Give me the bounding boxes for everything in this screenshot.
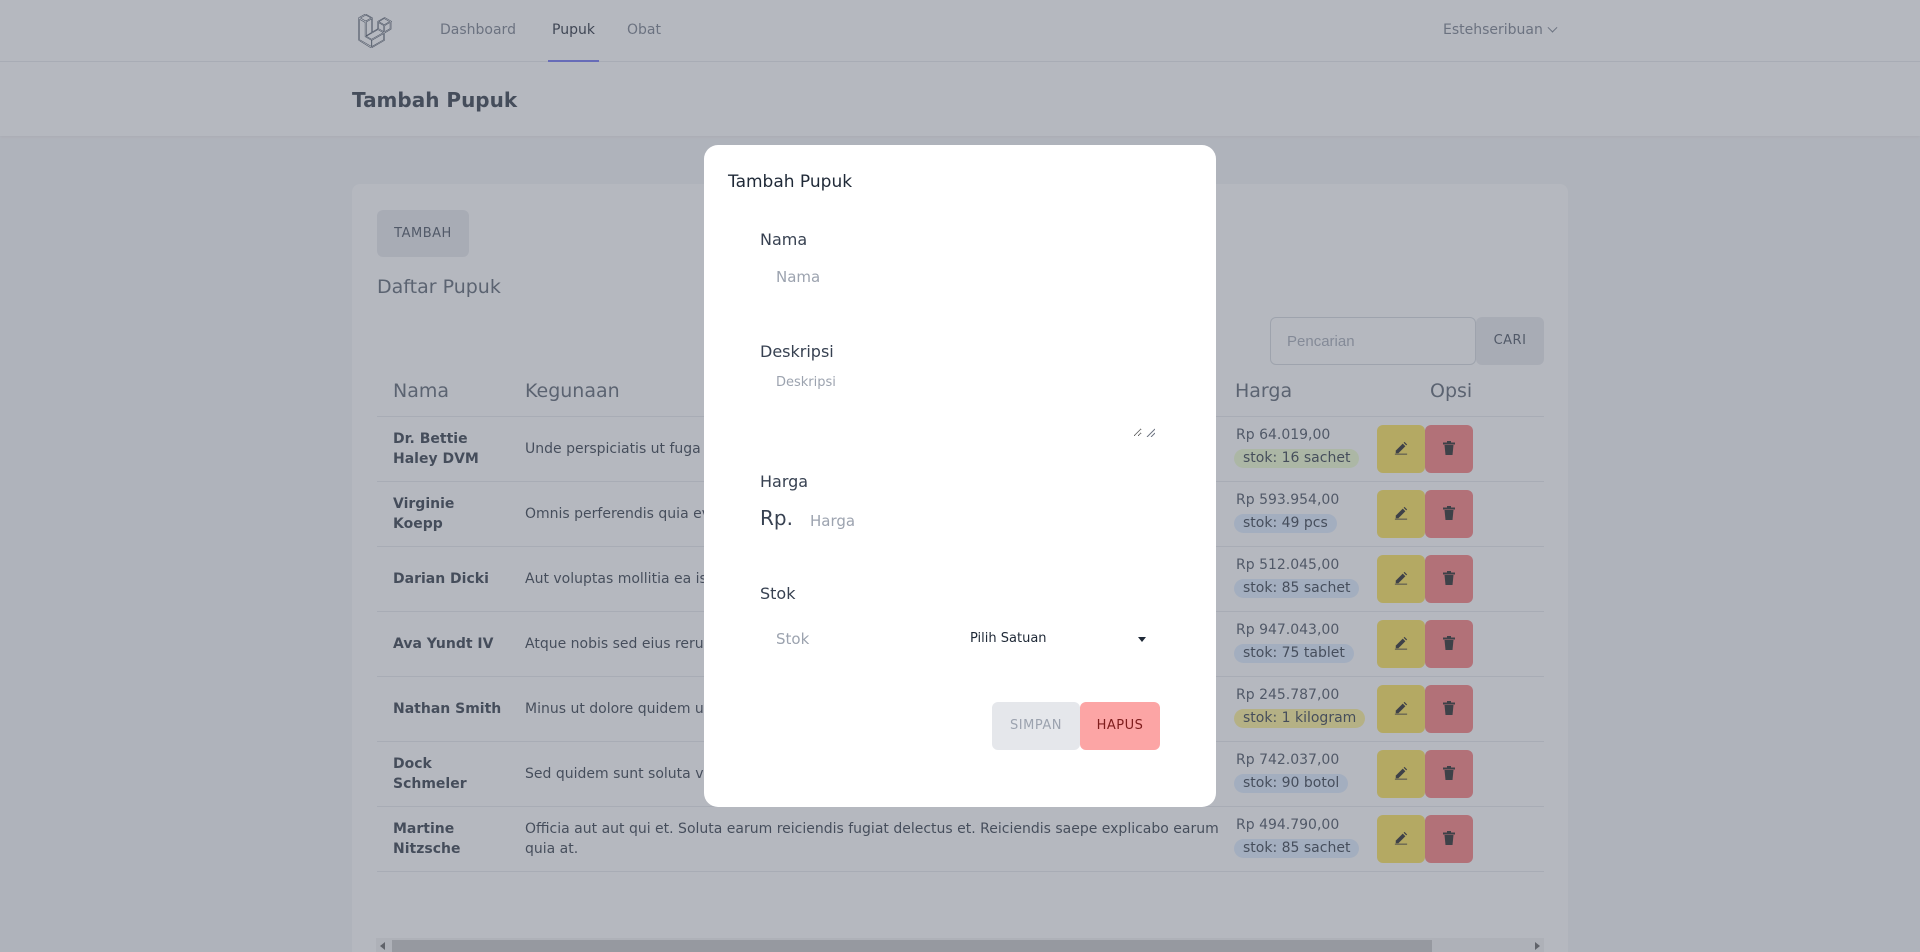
nama-label: Nama xyxy=(760,230,808,249)
harga-input[interactable] xyxy=(810,507,1150,535)
caret-down-icon xyxy=(1138,637,1146,642)
delete-button[interactable]: HAPUS xyxy=(1080,702,1160,750)
resize-handle-icon[interactable] xyxy=(1146,428,1155,437)
deskripsi-label: Deskripsi xyxy=(760,342,834,361)
stok-input[interactable] xyxy=(776,625,946,653)
nama-input[interactable] xyxy=(776,262,1156,292)
harga-prefix: Rp. xyxy=(760,506,793,530)
modal-title: Tambah Pupuk xyxy=(728,172,853,192)
satuan-select[interactable]: Pilih Satuan xyxy=(970,625,1150,653)
harga-label: Harga xyxy=(760,472,809,491)
add-pupuk-modal: Tambah Pupuk Nama Deskripsi Harga Rp. St… xyxy=(704,145,1216,807)
stok-label: Stok xyxy=(760,584,796,603)
deskripsi-textarea[interactable] xyxy=(776,375,1142,437)
save-button[interactable]: SIMPAN xyxy=(992,702,1080,750)
